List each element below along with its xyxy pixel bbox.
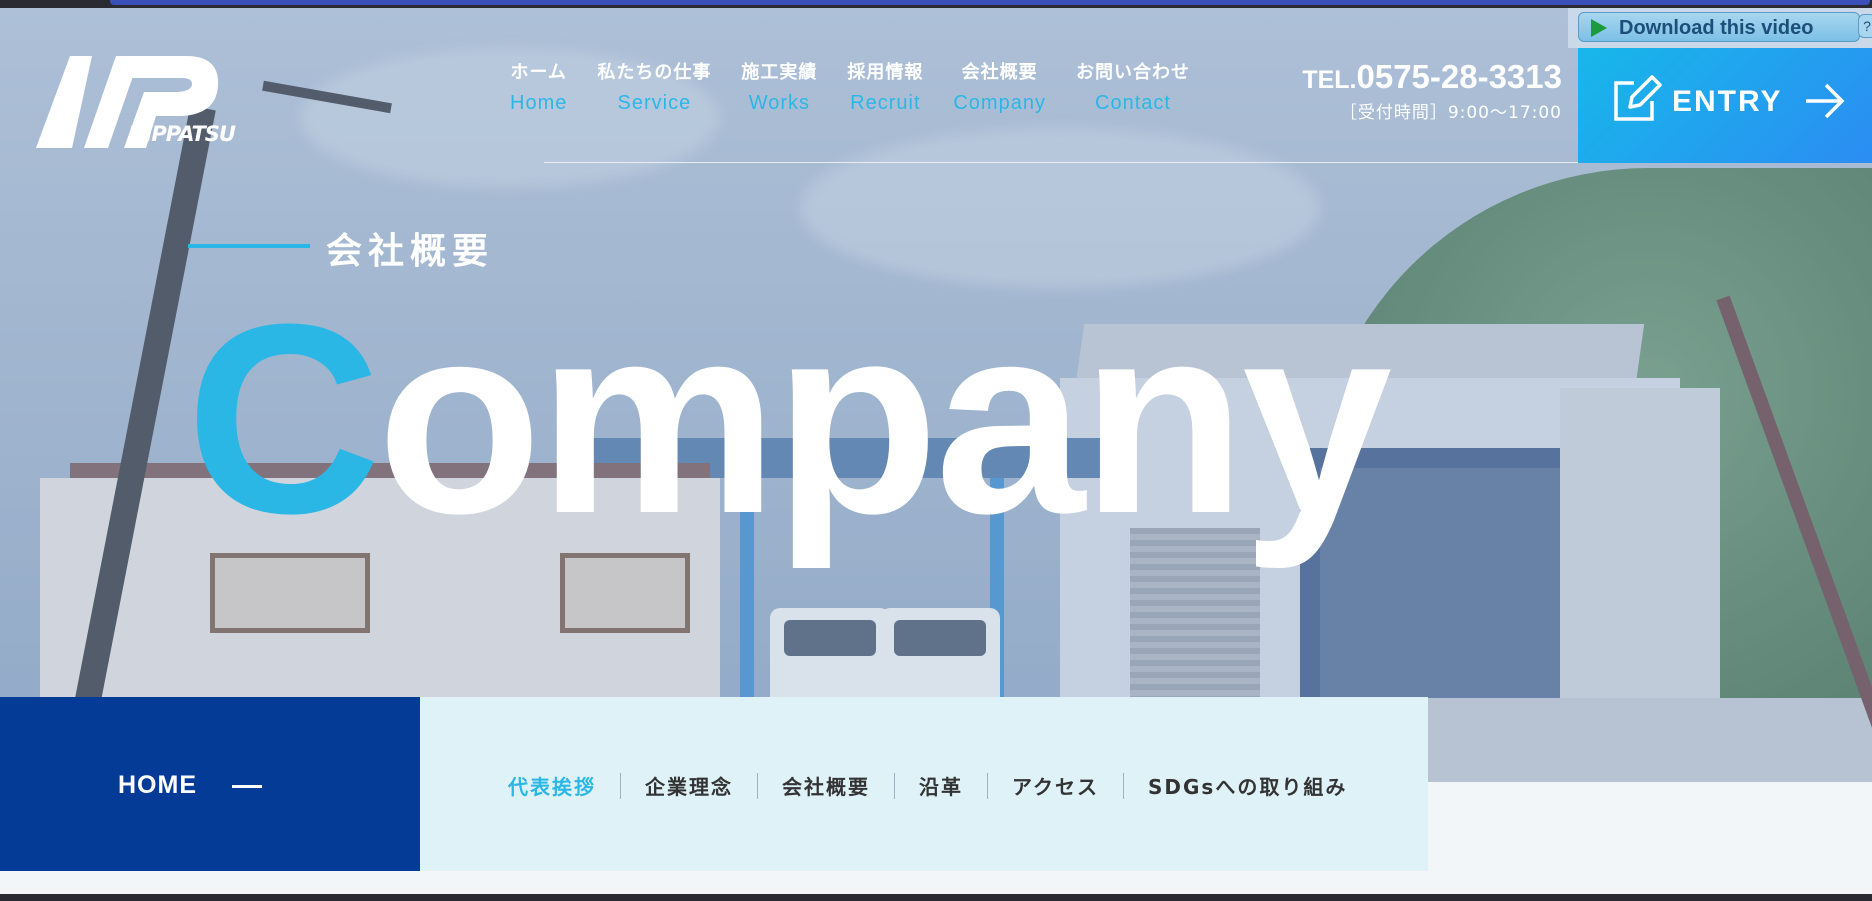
section-nav-divider [757,772,758,799]
nav-label-en: Company [953,92,1046,114]
browser-top-accent [110,0,1870,5]
tel-block: TEL.0575-28-3313 ［受付時間］9:00〜17:00 [1284,58,1562,123]
section-nav-greeting[interactable]: 代表挨拶 [508,771,596,800]
nav-label-jp: お問い合わせ [1075,62,1190,83]
section-nav-history[interactable]: 沿革 [919,771,963,800]
nav-item-service[interactable]: 私たちの仕事 Service [597,58,711,115]
nav-item-recruit[interactable]: 採用情報 Recruit [847,58,923,115]
section-nav-divider [987,772,988,799]
nav-item-company[interactable]: 会社概要 Company [953,58,1046,115]
download-video-label: Download this video [1619,17,1814,39]
nav-divider [544,162,1580,163]
tel-number: 0575-28-3313 [1356,58,1562,95]
main-nav: ホーム Home 私たちの仕事 Service 施工実績 Works 採用情報 … [510,58,1190,115]
subtitle-accent-line [188,244,310,248]
breadcrumb-home-label: HOME [118,771,197,799]
tel-hours: ［受付時間］9:00〜17:00 [1339,103,1562,123]
page-title: Company [186,269,1392,570]
nav-label-en: Works [748,92,811,114]
page-title-initial: C [186,269,381,570]
section-nav-philosophy[interactable]: 企業理念 [645,771,733,800]
page-subtitle: 会社概要 [326,231,495,272]
section-nav-overview[interactable]: 会社概要 [782,771,870,800]
nav-label-jp: 採用情報 [847,62,924,83]
section-nav-list: 代表挨拶 企業理念 会社概要 沿革 アクセス SDGsへの取り組み [508,771,1347,800]
section-nav: 代表挨拶 企業理念 会社概要 沿革 アクセス SDGsへの取り組み [420,697,1428,871]
breadcrumb-home[interactable]: HOME [0,697,420,871]
browser-top-bar [0,0,1872,8]
edit-icon [1614,75,1662,121]
play-icon [1591,19,1607,37]
section-nav-access[interactable]: アクセス [1012,771,1099,800]
nav-label-en: Contact [1095,92,1171,114]
nav-label-jp: 施工実績 [741,62,818,83]
nav-item-contact[interactable]: お問い合わせ Contact [1076,58,1190,115]
section-nav-divider [1123,772,1124,799]
nav-label-en: Service [617,92,692,114]
tel-prefix: TEL. [1302,66,1357,94]
nav-item-works[interactable]: 施工実績 Works [741,58,817,115]
entry-label: ENTRY [1672,85,1783,118]
tel-link[interactable]: TEL.0575-28-3313 [1284,58,1562,96]
bottom-edge [0,894,1872,901]
nav-label-jp: ホーム [510,62,567,83]
download-video-button[interactable]: Download this video [1578,12,1860,42]
nav-item-home[interactable]: ホーム Home [510,58,567,115]
entry-button[interactable]: ENTRY [1578,47,1872,163]
section-nav-sdgs[interactable]: SDGsへの取り組み [1148,771,1347,800]
nav-label-en: Home [510,92,568,114]
page-title-rest: ompany [377,269,1392,570]
section-nav-divider [620,772,621,799]
nav-label-jp: 会社概要 [961,62,1038,83]
nav-label-en: Recruit [850,92,921,114]
logo-text: NIPPATSU [128,122,236,146]
nav-label-jp: 私たちの仕事 [597,62,712,83]
section-nav-divider [894,772,895,799]
page: NIPPATSU ホーム Home 私たちの仕事 Service 施工実績 Wo… [0,0,1872,901]
help-button[interactable]: ? [1858,14,1872,38]
breadcrumb-dash [232,785,262,788]
arrow-right-icon [1806,83,1845,119]
